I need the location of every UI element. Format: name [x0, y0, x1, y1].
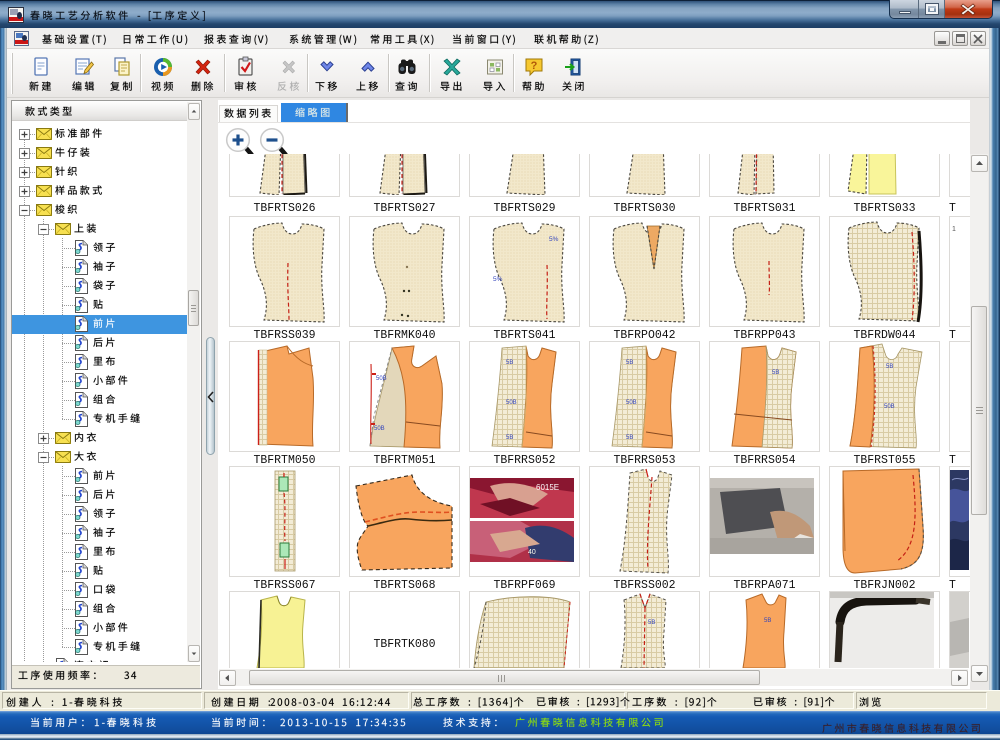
- svg-text:?: ?: [531, 60, 538, 72]
- svg-text:5B: 5B: [626, 360, 633, 366]
- svg-text:5%: 5%: [549, 236, 559, 243]
- svg-text:5B: 5B: [506, 360, 513, 366]
- svg-text:50B: 50B: [376, 376, 387, 382]
- svg-text:50B: 50B: [884, 404, 895, 410]
- svg-text:50B: 50B: [506, 400, 517, 406]
- svg-text:5B: 5B: [506, 435, 513, 441]
- svg-text:5B: 5B: [648, 620, 655, 626]
- svg-text:40: 40: [528, 549, 536, 556]
- svg-text:1: 1: [952, 226, 956, 233]
- svg-text:5B: 5B: [772, 370, 779, 376]
- svg-text:50B: 50B: [374, 426, 385, 432]
- svg-text:5%: 5%: [493, 276, 503, 283]
- svg-text:6015E: 6015E: [536, 483, 559, 492]
- svg-text:50B: 50B: [626, 400, 637, 406]
- svg-text:5B: 5B: [764, 618, 771, 624]
- svg-text:5B: 5B: [626, 435, 633, 441]
- svg-text:5B: 5B: [886, 364, 893, 370]
